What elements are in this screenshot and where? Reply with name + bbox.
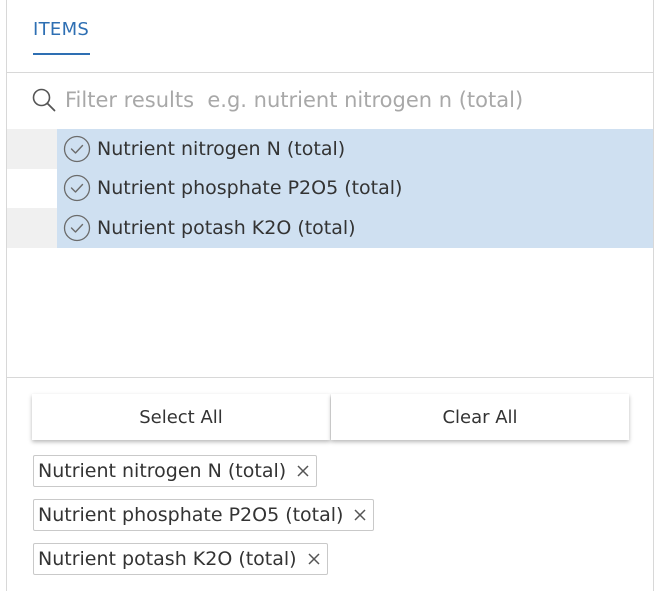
- tab-items[interactable]: ITEMS: [33, 19, 89, 40]
- check-circle-icon[interactable]: [63, 174, 91, 202]
- list-item[interactable]: Nutrient phosphate P2O5 (total): [7, 168, 653, 209]
- row-gutter: [7, 169, 57, 209]
- row-body[interactable]: Nutrient phosphate P2O5 (total): [57, 168, 653, 208]
- list-item[interactable]: Nutrient potash K2O (total): [7, 208, 653, 248]
- row-gutter: [7, 208, 57, 248]
- bulk-actions: Select All Clear All: [32, 394, 629, 440]
- items-panel: ITEMS Nutrient nitrogen N (total): [6, 0, 654, 591]
- clear-all-button[interactable]: Clear All: [331, 394, 629, 440]
- search-bar: [7, 73, 653, 128]
- results-list: Nutrient nitrogen N (total) Nutrient pho…: [7, 129, 653, 378]
- list-item-label: Nutrient nitrogen N (total): [97, 137, 346, 160]
- search-icon: [32, 88, 56, 112]
- selected-chip: Nutrient potash K2O (total): [33, 543, 328, 575]
- tab-active-indicator: [33, 53, 90, 55]
- selected-chips: Nutrient nitrogen N (total) Nutrient pho…: [33, 455, 633, 587]
- select-all-button[interactable]: Select All: [32, 394, 330, 440]
- close-icon[interactable]: [296, 464, 310, 478]
- row-body[interactable]: Nutrient potash K2O (total): [57, 208, 653, 248]
- chip-label: Nutrient phosphate P2O5 (total): [38, 504, 344, 526]
- chip-label: Nutrient potash K2O (total): [38, 548, 297, 570]
- selected-chip: Nutrient nitrogen N (total): [33, 455, 318, 487]
- check-circle-icon[interactable]: [63, 135, 91, 163]
- chip-label: Nutrient nitrogen N (total): [38, 460, 287, 482]
- row-body[interactable]: Nutrient nitrogen N (total): [57, 129, 653, 169]
- selected-chip: Nutrient phosphate P2O5 (total): [33, 499, 375, 531]
- row-gutter: [7, 129, 57, 169]
- search-input[interactable]: [65, 83, 635, 117]
- list-item[interactable]: Nutrient nitrogen N (total): [7, 129, 653, 169]
- tab-bar: ITEMS: [7, 0, 653, 73]
- close-icon[interactable]: [353, 508, 367, 522]
- check-circle-icon[interactable]: [63, 214, 91, 242]
- list-item-label: Nutrient potash K2O (total): [97, 216, 356, 239]
- list-item-label: Nutrient phosphate P2O5 (total): [97, 177, 403, 200]
- close-icon[interactable]: [307, 552, 321, 566]
